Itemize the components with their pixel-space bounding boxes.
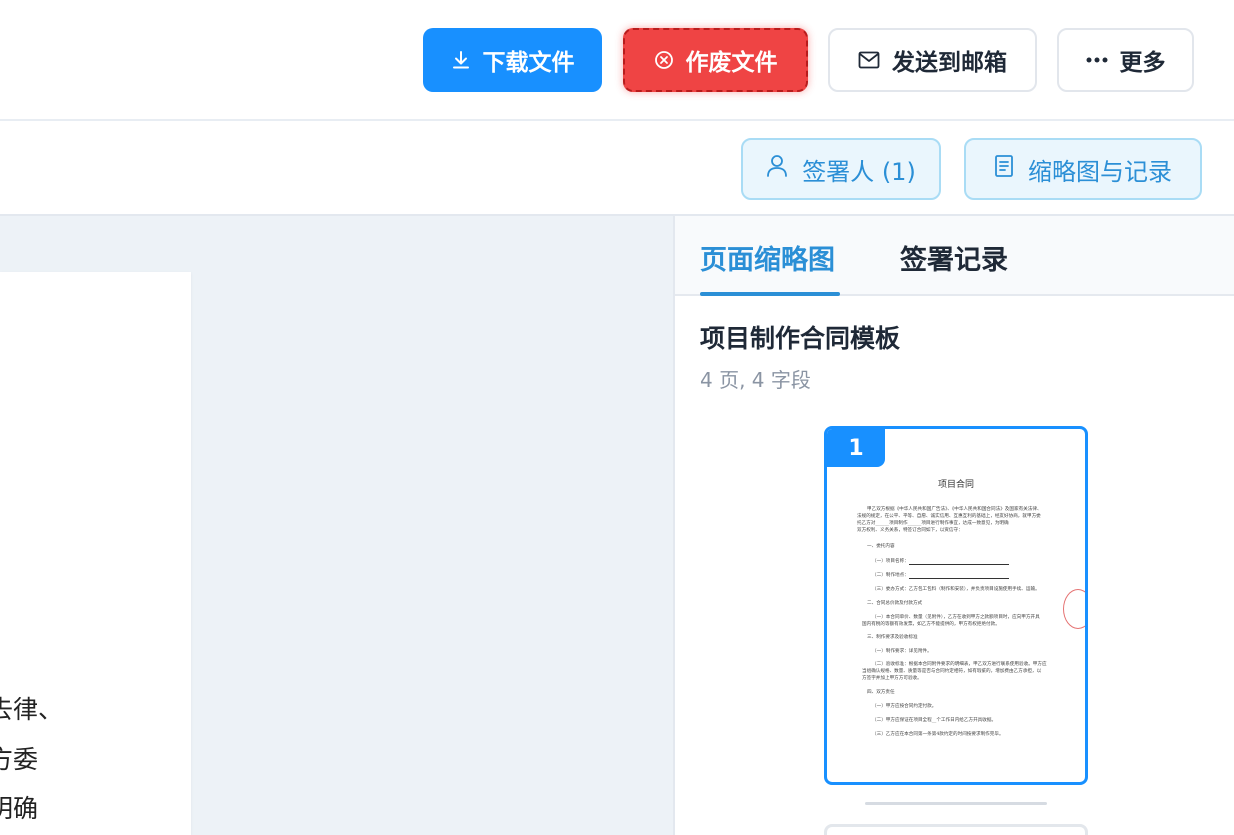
- template-meta: 4 页, 4 字段: [700, 368, 811, 392]
- page-thumbnail[interactable]: 1 项目合同 甲乙双方根据《中华人民共和国广告法》、《中华人民共和国合同法》及国…: [824, 426, 1088, 785]
- template-title: 项目制作合同模板: [700, 324, 901, 353]
- mini-doc-text: （三）委办方式：乙方包工包料（制作和安装），并负责项目设施使用手续、运输。: [872, 587, 1040, 592]
- mini-doc-text: （二）甲方应保证在项目全程__个工作日内给乙方开具收据。: [872, 718, 997, 723]
- mini-doc-heading: 一、委托内容: [867, 544, 895, 549]
- mini-doc-text: （三）乙方应在本合同第一条第4款约定的时间按要求制作完毕。: [872, 732, 1004, 737]
- right-side-panel: 页面缩略图 签署记录 项目制作合同模板 4 页, 4 字段 1 项目合同 甲乙双…: [673, 216, 1234, 835]
- document-page[interactable]: 去律、 方委 明确: [0, 272, 191, 835]
- active-tab-indicator: [700, 292, 840, 296]
- thumbnail-scrollbar[interactable]: [865, 802, 1047, 805]
- signers-label: 签署人 (1): [802, 157, 916, 186]
- mini-doc-text: 双方权利、义务关系，特签订合同如下，以资信守：: [857, 528, 963, 533]
- void-file-button[interactable]: 作废文件: [623, 28, 808, 92]
- seal-stamp-mark: [1063, 589, 1085, 629]
- mini-doc-text: （一）项目名称：: [872, 559, 909, 564]
- send-to-email-label: 发送到邮箱: [892, 50, 1007, 76]
- document-workspace[interactable]: 去律、 方委 明确: [0, 216, 673, 835]
- mini-doc-text: 甲乙双方根据《中华人民共和国广告法》、《中华人民共和国合同法》及国家有关法律、: [867, 507, 1042, 512]
- mini-doc-text: （一）本合同单价、数量（见附件），乙方在收到甲方之款额项目时，应向甲方开具: [872, 615, 1040, 620]
- document-text-line: 明确: [0, 794, 39, 823]
- mini-doc-fill-line: [909, 564, 1009, 565]
- page-number-badge: 1: [827, 429, 885, 467]
- document-list-icon: [994, 154, 1014, 184]
- thumbnails-and-records-label: 缩略图与记录: [1028, 157, 1172, 186]
- mini-doc-text: （一）制作要求：详见附件。: [872, 649, 932, 654]
- mini-doc-text: 当组确认规格、数量、质量等是否与合同约定相符，如有瑕疵的，增加费由乙方承担，以: [862, 669, 1042, 674]
- top-toolbar: 下载文件 作废文件 发送到邮箱 更多: [0, 0, 1234, 121]
- more-button[interactable]: 更多: [1057, 28, 1194, 92]
- user-icon: [766, 154, 788, 184]
- tab-signing-records[interactable]: 签署记录: [900, 238, 1008, 277]
- mini-doc-title: 项目合同: [937, 480, 974, 490]
- mini-doc-heading: 二、合同总价款及付款方式: [867, 601, 923, 606]
- void-file-label: 作废文件: [685, 50, 778, 76]
- mail-icon: [858, 51, 880, 69]
- ellipsis-icon: [1086, 57, 1108, 63]
- document-text-line: 去律、: [0, 695, 64, 724]
- download-icon: [451, 50, 471, 70]
- tab-page-thumbnails[interactable]: 页面缩略图: [700, 238, 835, 277]
- thumbnails-and-records-button[interactable]: 缩略图与记录: [964, 138, 1202, 200]
- mini-doc-text: 方签字并加上甲方方可验收。: [862, 676, 922, 681]
- signers-button[interactable]: 签署人 (1): [741, 138, 941, 200]
- document-text-line: 方委: [0, 745, 39, 774]
- panel-tabs: 页面缩略图 签署记录: [675, 216, 1234, 296]
- mini-doc-heading: 三、制作要求及验收标准: [867, 635, 918, 640]
- mini-doc-fill-line: [909, 578, 1009, 579]
- secondary-toolbar: 签署人 (1) 缩略图与记录: [0, 121, 1234, 216]
- send-to-email-button[interactable]: 发送到邮箱: [828, 28, 1037, 92]
- more-label: 更多: [1119, 50, 1166, 76]
- mini-doc-heading: 四、双方责任: [867, 690, 895, 695]
- download-file-label: 下载文件: [482, 50, 575, 76]
- mini-doc-text: 托乙方对______项目制作______项目进行制作事宜，达成一致意见，为明确: [857, 521, 1009, 526]
- mini-doc-text: 法规的规定，在公平、平等、自愿、诚实信用、互惠互利的基础上，经友好协商，就甲方委: [857, 514, 1041, 519]
- mini-doc-text: （一）甲方应按合同约定付款。: [872, 704, 937, 709]
- page-thumbnail-next[interactable]: [824, 824, 1088, 835]
- download-file-button[interactable]: 下载文件: [423, 28, 602, 92]
- circle-x-icon: [654, 50, 674, 70]
- mini-doc-text: （二）制作地点：: [872, 573, 909, 578]
- mini-doc-text: （二）验收标准：根据本合同附件要求的明细表，甲乙双方进行联系使用验收。甲方应: [872, 662, 1047, 667]
- mini-doc-text: 国内有税的等额有效发票，如乙方不能提供的，甲方有权拒绝付款。: [862, 622, 1000, 627]
